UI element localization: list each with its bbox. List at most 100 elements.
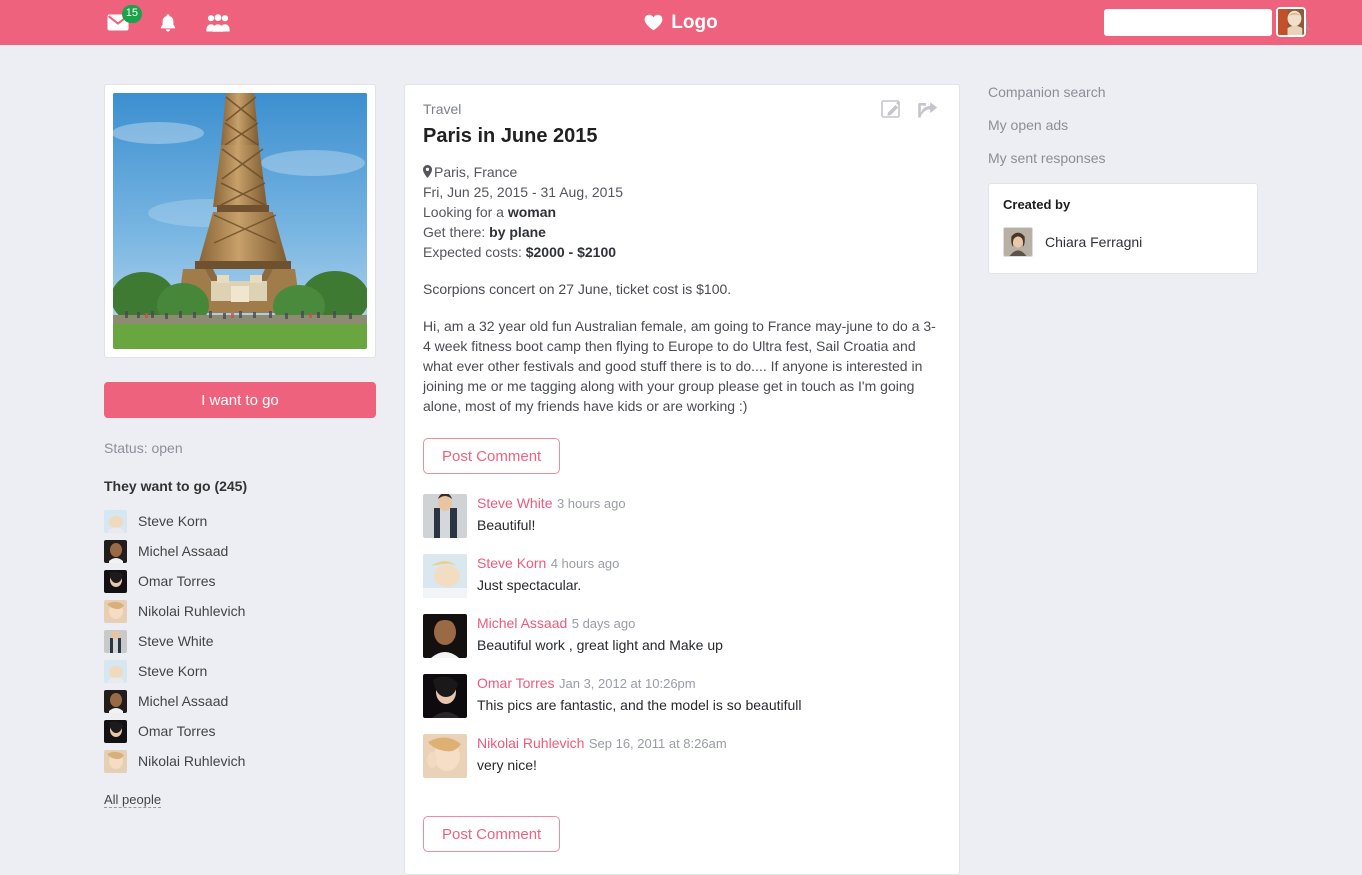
- comment-item: Steve White 3 hours ago Beautiful!: [423, 494, 941, 538]
- avatar-image: [423, 554, 467, 598]
- comment-author[interactable]: Michel Assaad: [477, 615, 567, 631]
- list-item[interactable]: Steve White: [104, 626, 376, 656]
- comment-text: This pics are fantastic, and the model i…: [477, 697, 802, 713]
- avatar-image: [104, 690, 127, 713]
- comment-text: Beautiful work , great light and Make up: [477, 637, 723, 653]
- bell-icon: [159, 13, 177, 33]
- people-list-title: They want to go (245): [104, 478, 376, 494]
- avatar: [104, 600, 127, 623]
- looking-for-label: Looking for a: [423, 204, 508, 220]
- comment-time: Sep 16, 2011 at 8:26am: [589, 736, 727, 751]
- trip-description: Hi, am a 32 year old fun Australian fema…: [423, 316, 941, 416]
- list-item[interactable]: Omar Torres: [104, 716, 376, 746]
- creator-row[interactable]: Chiara Ferragni: [1003, 227, 1243, 257]
- messages-badge: 15: [122, 5, 142, 23]
- avatar[interactable]: [423, 674, 467, 718]
- share-button[interactable]: [917, 99, 939, 121]
- comment-text: very nice!: [477, 757, 727, 773]
- person-name: Nikolai Ruhlevich: [138, 753, 245, 769]
- person-name: Omar Torres: [138, 573, 216, 589]
- person-name: Omar Torres: [138, 723, 216, 739]
- post-comment-button-bottom[interactable]: Post Comment: [423, 816, 560, 852]
- list-item[interactable]: Steve Korn: [104, 656, 376, 686]
- person-name: Michel Assaad: [138, 543, 228, 559]
- messages-button[interactable]: 15: [104, 9, 132, 37]
- person-name: Michel Assaad: [138, 693, 228, 709]
- notifications-button[interactable]: [154, 9, 182, 37]
- right-sidebar: Companion search My open ads My sent res…: [988, 84, 1258, 274]
- sidebar-item-my-sent-responses[interactable]: My sent responses: [988, 150, 1258, 166]
- sidebar-item-my-open-ads[interactable]: My open ads: [988, 117, 1258, 133]
- avatar-image: [104, 600, 127, 623]
- list-item[interactable]: Nikolai Ruhlevich: [104, 746, 376, 776]
- avatar-image: [1004, 228, 1032, 256]
- comment-author[interactable]: Omar Torres: [477, 675, 555, 691]
- card-actions: [881, 99, 939, 121]
- avatar[interactable]: [423, 554, 467, 598]
- comment-time: 4 hours ago: [551, 556, 620, 571]
- avatar[interactable]: [423, 734, 467, 778]
- category-label: Travel: [423, 101, 941, 117]
- avatar-image: [104, 750, 127, 773]
- page-title: Paris in June 2015: [423, 125, 941, 148]
- avatar[interactable]: [423, 494, 467, 538]
- comment-time: 5 days ago: [572, 616, 636, 631]
- avatar-image: [104, 570, 127, 593]
- created-by-card: Created by Chiara Ferragni: [988, 183, 1258, 274]
- avatar: [104, 570, 127, 593]
- avatar: [104, 690, 127, 713]
- trip-dates: Fri, Jun 25, 2015 - 31 Aug, 2015: [423, 182, 941, 202]
- avatar-image: [423, 614, 467, 658]
- list-item[interactable]: Steve Korn: [104, 506, 376, 536]
- person-name: Steve Korn: [138, 663, 207, 679]
- trip-photo[interactable]: [113, 93, 367, 349]
- trip-status: Status: open: [104, 440, 376, 456]
- person-name: Steve White: [138, 633, 213, 649]
- sidebar-item-companion-search[interactable]: Companion search: [988, 84, 1258, 100]
- costs-label: Expected costs:: [423, 244, 526, 260]
- all-people-link[interactable]: All people: [104, 792, 161, 808]
- comment-body: Michel Assaad 5 days ago Beautiful work …: [477, 614, 723, 658]
- trip-location: Paris, France: [434, 164, 517, 180]
- avatar: [104, 540, 127, 563]
- logo-text[interactable]: Logo: [671, 12, 717, 34]
- comment-body: Steve White 3 hours ago Beautiful!: [477, 494, 626, 538]
- heart-icon: [644, 14, 663, 31]
- costs-value: $2000 - $2100: [526, 244, 616, 260]
- comment-body: Omar Torres Jan 3, 2012 at 10:26pm This …: [477, 674, 802, 718]
- comment-author[interactable]: Steve Korn: [477, 555, 546, 571]
- i-want-to-go-button[interactable]: I want to go: [104, 382, 376, 418]
- avatar: [104, 750, 127, 773]
- share-icon: [917, 99, 939, 119]
- friends-button[interactable]: [204, 9, 232, 37]
- comment-author[interactable]: Nikolai Ruhlevich: [477, 735, 584, 751]
- header-user-avatar[interactable]: [1276, 7, 1306, 37]
- comment-author[interactable]: Steve White: [477, 495, 552, 511]
- post-comment-button-top[interactable]: Post Comment: [423, 438, 560, 474]
- avatar: [1003, 227, 1033, 257]
- avatar-image: [104, 720, 127, 743]
- list-item[interactable]: Michel Assaad: [104, 536, 376, 566]
- comment-body: Steve Korn 4 hours ago Just spectacular.: [477, 554, 619, 598]
- avatar[interactable]: [423, 614, 467, 658]
- comment-time: 3 hours ago: [557, 496, 626, 511]
- list-item[interactable]: Omar Torres: [104, 566, 376, 596]
- avatar: [104, 630, 127, 653]
- looking-for-value: woman: [508, 204, 556, 220]
- edit-icon: [881, 99, 903, 119]
- list-item[interactable]: Michel Assaad: [104, 686, 376, 716]
- edit-button[interactable]: [881, 99, 903, 121]
- avatar-image: [423, 734, 467, 778]
- comments-list: Steve White 3 hours ago Beautiful! Steve…: [423, 494, 941, 778]
- list-item[interactable]: Nikolai Ruhlevich: [104, 596, 376, 626]
- person-name: Nikolai Ruhlevich: [138, 603, 245, 619]
- trip-costs: Expected costs: $2000 - $2100: [423, 242, 941, 262]
- trip-transport: Get there: by plane: [423, 222, 941, 242]
- avatar-image: [1278, 9, 1304, 35]
- comment-body: Nikolai Ruhlevich Sep 16, 2011 at 8:26am…: [477, 734, 727, 778]
- search-input[interactable]: [1104, 10, 1296, 35]
- person-name: Steve Korn: [138, 513, 207, 529]
- avatar-image: [104, 540, 127, 563]
- avatar-image: [104, 660, 127, 683]
- creator-name: Chiara Ferragni: [1045, 234, 1142, 250]
